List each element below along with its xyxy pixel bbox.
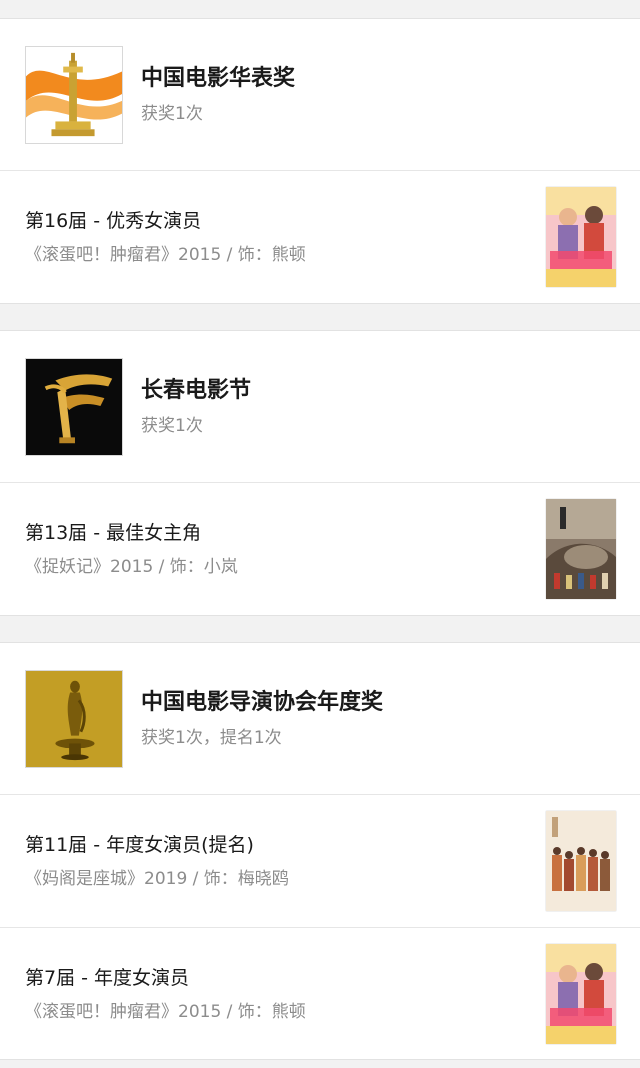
award-card: 长春电影节 获奖1次 第13届 - 最佳女主角 《捉妖记》2015 / 饰：小岚 (0, 330, 640, 616)
entry-subtitle: 《滚蛋吧！肿瘤君》2015 / 饰：熊顿 (25, 1001, 306, 1022)
award-card: 中国电影导演协会年度奖 获奖1次，提名1次 第11届 - 年度女演员(提名) 《… (0, 642, 640, 1060)
poster-zhuoyaoji-icon[interactable] (546, 499, 616, 599)
award-entry[interactable]: 第7届 - 年度女演员 《滚蛋吧！肿瘤君》2015 / 饰：熊顿 (0, 927, 640, 1059)
entry-subtitle: 《捉妖记》2015 / 饰：小岚 (25, 557, 238, 577)
award-count: 获奖1次 (141, 415, 203, 436)
award-entry[interactable]: 第11届 - 年度女演员(提名) 《妈阁是座城》2019 / 饰：梅晓鸥 (0, 795, 640, 927)
golden-deer-trophy-icon (25, 357, 123, 456)
entry-title: 第7届 - 年度女演员 (25, 966, 190, 989)
golden-statue-icon (25, 669, 123, 768)
award-header[interactable]: 中国电影华表奖 获奖1次 (0, 19, 640, 171)
poster-gundan-icon[interactable] (546, 187, 616, 287)
entry-subtitle: 《滚蛋吧！肿瘤君》2015 / 饰：熊顿 (25, 245, 306, 265)
award-entry[interactable]: 第13届 - 最佳女主角 《捉妖记》2015 / 饰：小岚 (0, 483, 640, 615)
entry-title: 第13届 - 最佳女主角 (25, 522, 202, 544)
award-entry[interactable]: 第16届 - 优秀女演员 《滚蛋吧！肿瘤君》2015 / 饰：熊顿 (0, 171, 640, 303)
award-header[interactable]: 中国电影导演协会年度奖 获奖1次，提名1次 (0, 643, 640, 795)
awards-page: 中国电影华表奖 获奖1次 第16届 - 优秀女演员 《滚蛋吧！肿瘤君》2015 … (0, 0, 640, 1068)
award-card: 中国电影华表奖 获奖1次 第16届 - 优秀女演员 《滚蛋吧！肿瘤君》2015 … (0, 18, 640, 304)
top-spacer (0, 0, 640, 18)
entry-subtitle: 《妈阁是座城》2019 / 饰：梅晓鸥 (25, 869, 289, 889)
award-name: 长春电影节 (141, 377, 252, 403)
huabiao-pillar-icon (25, 45, 123, 144)
entry-title: 第11届 - 年度女演员(提名) (25, 834, 254, 856)
section-spacer (0, 616, 640, 642)
award-count: 获奖1次，提名1次 (141, 727, 282, 748)
poster-gundan-icon[interactable] (546, 943, 616, 1044)
award-name: 中国电影导演协会年度奖 (141, 689, 384, 715)
award-header[interactable]: 长春电影节 获奖1次 (0, 331, 640, 483)
entry-title: 第16届 - 优秀女演员 (25, 210, 202, 232)
award-count: 获奖1次 (141, 103, 203, 124)
section-spacer (0, 304, 640, 330)
poster-mage-icon[interactable] (546, 811, 616, 911)
award-name: 中国电影华表奖 (141, 65, 296, 91)
